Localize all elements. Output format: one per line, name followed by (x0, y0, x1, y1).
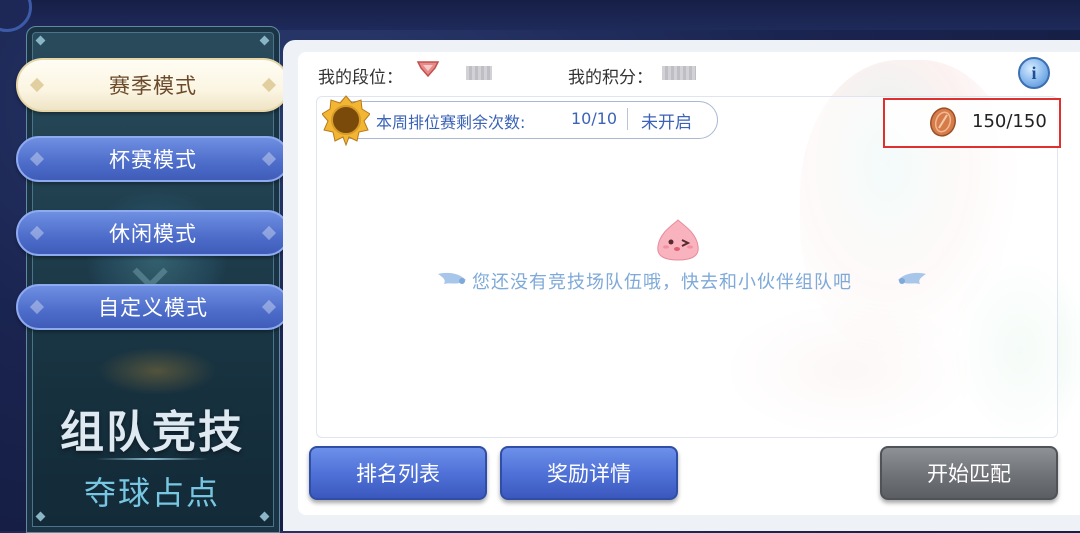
weekly-count-label: 本周排位赛剩余次数: (376, 113, 526, 132)
mode-button-label: 休闲模式 (109, 222, 197, 246)
score-label: 我的积分： (568, 68, 653, 88)
title-divider (96, 458, 208, 460)
weekly-count-value: 10/10 (571, 109, 618, 128)
ranking-list-button[interactable]: 排名列表 (309, 446, 487, 500)
mode-button-season[interactable]: 赛季模式 (16, 58, 290, 112)
mode-button-cup[interactable]: 杯赛模式 (16, 136, 290, 182)
diamond-icon (261, 151, 277, 167)
ranking-list-label: 排名列表 (356, 462, 440, 486)
start-matching-button[interactable]: 开始匹配 (880, 446, 1058, 500)
weekly-status: 未开启 (641, 113, 692, 133)
mode-button-label: 杯赛模式 (109, 148, 197, 172)
rank-label: 我的段位： (318, 68, 403, 88)
score-value-blurred (662, 66, 696, 80)
mode-button-casual[interactable]: 休闲模式 (16, 210, 290, 256)
diamond-icon (29, 299, 45, 315)
info-icon: i (1031, 62, 1037, 83)
mode-button-custom[interactable]: 自定义模式 (16, 284, 290, 330)
trophy-glow-decoration (97, 347, 217, 395)
wing-left-icon (438, 272, 466, 284)
diamond-icon (29, 225, 45, 241)
mode-subtitle: 夺球占点 (83, 474, 220, 512)
poring-mascot-icon (657, 219, 699, 261)
diamond-icon (261, 299, 277, 315)
diamond-icon (29, 77, 45, 93)
medal-icon (322, 95, 370, 146)
diamond-icon (261, 225, 277, 241)
reward-details-label: 奖励详情 (547, 462, 631, 486)
info-button[interactable]: i (1018, 57, 1050, 89)
start-matching-label: 开始匹配 (927, 462, 1011, 486)
rank-value-blurred (466, 66, 492, 80)
diamond-icon (29, 151, 45, 167)
rank-badge-icon (416, 61, 440, 78)
mode-title: 组队竞技 (60, 407, 244, 458)
reward-details-button[interactable]: 奖励详情 (500, 446, 678, 500)
coin-icon (930, 107, 956, 137)
empty-state-message: 您还没有竞技场队伍哦，快去和小伙伴组队吧 (472, 272, 852, 293)
wing-right-icon (898, 272, 926, 284)
corner-diamond-icon (35, 35, 46, 46)
diamond-icon (261, 77, 277, 93)
mode-button-label: 自定义模式 (98, 296, 208, 320)
corner-diamond-icon (259, 35, 270, 46)
divider (627, 108, 628, 130)
mode-button-label: 赛季模式 (109, 74, 197, 98)
currency-value: 150/150 (972, 111, 1047, 132)
